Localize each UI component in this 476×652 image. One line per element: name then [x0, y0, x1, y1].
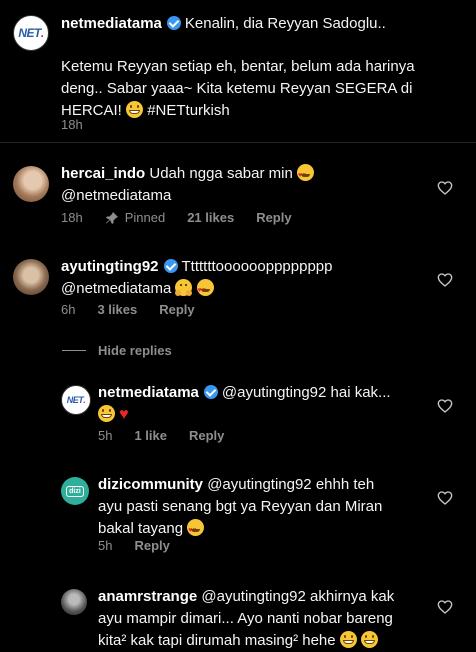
- comment-mention[interactable]: @netmediatama: [61, 187, 171, 204]
- comment-likes[interactable]: 21 likes: [187, 210, 234, 225]
- reply-body-line2: ayu mampir dimari... Ayo nanti nobar bar…: [98, 610, 393, 627]
- reply-mention[interactable]: @ayutingting92: [201, 588, 305, 605]
- verified-badge-icon: [163, 259, 178, 273]
- comment-body: Udah ngga sabar min: [149, 165, 293, 182]
- post-caption-body: Ketemu Reyyan setiap eh, bentar, belum a…: [61, 56, 451, 122]
- pin-icon: [105, 211, 118, 224]
- reply-netmediatama-text: netmediatama @ayutingting92 hai kak... ♥: [98, 382, 428, 426]
- dizicommunity-avatar[interactable]: dizi: [61, 477, 89, 505]
- hugging-emoji-icon: [175, 279, 193, 296]
- comment-hercai-indo-meta: 18h Pinned 21 likes Reply: [61, 210, 314, 225]
- reply-username[interactable]: netmediatama: [98, 384, 199, 401]
- post-username[interactable]: netmediatama: [61, 15, 162, 32]
- reply-time: 5h: [98, 538, 113, 553]
- post-caption-line1: Kenalin, dia Reyyan Sadoglu..: [184, 15, 386, 32]
- heart-outline-icon[interactable]: [437, 599, 453, 615]
- anamrstrange-avatar[interactable]: [61, 589, 87, 615]
- post-caption-header: netmediatama Kenalin, dia Reyyan Sadoglu.…: [61, 13, 461, 35]
- hercai-indo-avatar[interactable]: [13, 166, 49, 202]
- comment-likes[interactable]: 3 likes: [97, 302, 137, 317]
- comment-reply-button[interactable]: Reply: [256, 210, 291, 225]
- comment-username[interactable]: ayutingting92: [61, 258, 159, 275]
- pinned-indicator: Pinned: [105, 210, 165, 225]
- reply-username[interactable]: anamrstrange: [98, 588, 197, 605]
- heart-outline-icon[interactable]: [437, 180, 453, 196]
- heart-eyes-emoji-icon: [296, 164, 314, 187]
- reply-body: hai kak...: [330, 384, 391, 401]
- heart-outline-icon[interactable]: [437, 272, 453, 288]
- heart-outline-icon[interactable]: [437, 398, 453, 414]
- post-caption-text: Ketemu Reyyan setiap eh, bentar, belum a…: [61, 58, 415, 119]
- comment-ayutingting92-text: ayutingting92 Tttttttoooooopppppppp @netm…: [61, 256, 431, 302]
- comment-time: 18h: [61, 210, 83, 225]
- reply-body-line2: ayu pasti senang bgt ya Reyyan dan Miran: [98, 498, 383, 515]
- comment-body: Tttttttoooooopppppppp: [181, 258, 333, 275]
- reply-anamrstrange-text: anamrstrange @ayutingting92 akhirnya kak…: [98, 586, 438, 652]
- dizicommunity-logo-icon: dizi: [66, 485, 84, 497]
- reply-body-line1: ehhh teh: [315, 476, 375, 493]
- hide-replies-button[interactable]: Hide replies: [98, 343, 172, 358]
- netmediatama-avatar[interactable]: NET.: [13, 15, 49, 51]
- heart-outline-icon[interactable]: [437, 490, 453, 506]
- grinning-emoji-icon: [126, 101, 144, 118]
- netmediatama-reply-avatar[interactable]: NET.: [61, 385, 91, 415]
- post-hashtag[interactable]: #NETturkish: [147, 102, 230, 119]
- grinning-emoji-icon: [339, 631, 357, 648]
- comment-ayutingting92-meta: 6h 3 likes Reply: [61, 302, 217, 317]
- heart-eyes-emoji-icon: [187, 519, 205, 542]
- ayutingting92-avatar[interactable]: [13, 259, 49, 295]
- reply-reply-button[interactable]: Reply: [134, 538, 169, 553]
- reply-likes[interactable]: 1 like: [134, 428, 167, 443]
- reply-netmediatama-meta: 5h 1 like Reply: [98, 428, 246, 443]
- comment-time: 6h: [61, 302, 76, 317]
- comment-reply-button[interactable]: Reply: [159, 302, 194, 317]
- post-meta: 18h: [61, 117, 105, 132]
- comment-hercai-indo-text: hercai_indo Udah ngga sabar min @netmedi…: [61, 163, 421, 207]
- reply-dizicommunity-meta: 5h Reply: [98, 538, 192, 553]
- reply-body-line3: bakal tayang: [98, 520, 184, 537]
- reply-body-line3: kita² kak tapi dirumah masing² hehe: [98, 632, 336, 649]
- post-time: 18h: [61, 117, 83, 132]
- reply-body-line1: akhirnya kak: [310, 588, 395, 605]
- heart-eyes-emoji-icon: [196, 279, 214, 302]
- verified-badge-icon: [166, 16, 181, 30]
- pinned-label: Pinned: [124, 210, 166, 225]
- grinning-emoji-icon: [98, 405, 115, 422]
- hide-replies-line: [62, 350, 86, 351]
- comment-mention[interactable]: @netmediatama: [61, 280, 171, 297]
- reply-username[interactable]: dizicommunity: [98, 476, 203, 493]
- reply-mention[interactable]: @ayutingting92: [222, 384, 326, 401]
- grinning-emoji-icon: [360, 631, 378, 648]
- caption-divider: [0, 142, 476, 143]
- reply-time: 5h: [98, 428, 113, 443]
- verified-badge-icon: [203, 385, 218, 399]
- reply-dizicommunity-text: dizicommunity @ayutingting92 ehhh teh ay…: [98, 474, 438, 542]
- comment-username[interactable]: hercai_indo: [61, 165, 145, 182]
- reply-mention[interactable]: @ayutingting92: [207, 476, 311, 493]
- reply-reply-button[interactable]: Reply: [189, 428, 224, 443]
- red-heart-emoji-icon: ♥: [119, 406, 129, 423]
